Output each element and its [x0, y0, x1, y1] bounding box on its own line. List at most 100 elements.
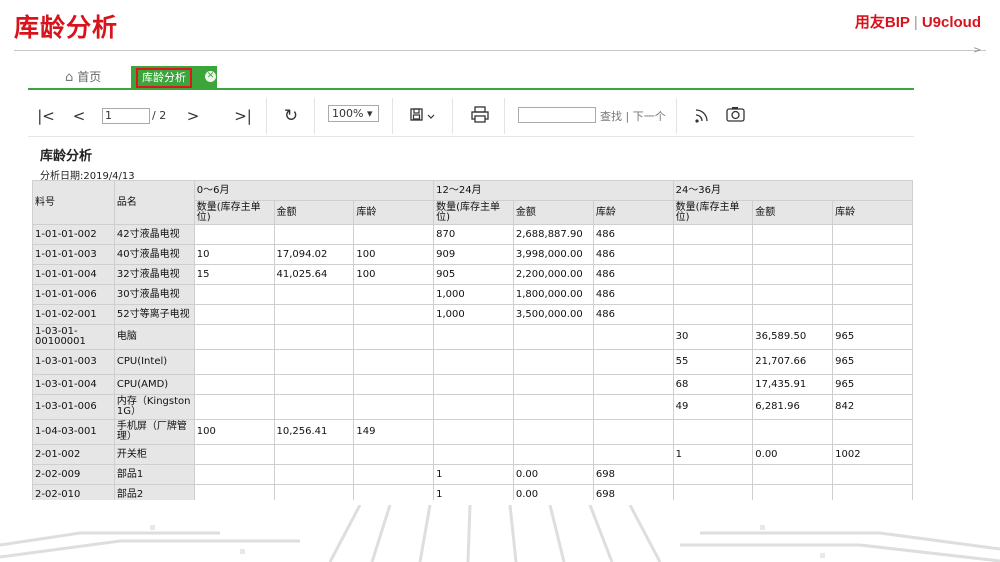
table-cell: 100: [193, 419, 275, 445]
table-cell: 486: [592, 264, 674, 285]
table-cell: [193, 349, 275, 375]
item-name-cell: 部品2: [113, 484, 195, 500]
table-cell: 3,998,000.00: [512, 244, 594, 265]
table-cell: 21,707.66: [752, 349, 834, 375]
table-cell: [512, 324, 594, 350]
table-cell: [353, 349, 435, 375]
table-cell: 1002: [832, 444, 913, 465]
table-cell: [512, 419, 594, 445]
prev-page-icon[interactable]: <: [70, 96, 88, 136]
table-cell: 1,800,000.00: [512, 284, 594, 305]
table-cell: [193, 464, 275, 485]
table-cell: [353, 484, 435, 500]
item-code-cell: 1-03-01-006: [32, 394, 115, 420]
table-cell: [273, 304, 355, 325]
toolbar-separator: [266, 98, 267, 134]
find-controls: 查找 | 下一个: [600, 110, 666, 123]
item-name-cell: 42寸液晶电视: [113, 224, 195, 245]
find-button[interactable]: 查找: [600, 110, 622, 123]
table-cell: 149: [353, 419, 435, 445]
col-header-age: 库龄: [353, 200, 435, 225]
table-cell: 905: [433, 264, 514, 285]
table-cell: 698: [592, 484, 674, 500]
table-row: 1-03-01-004 CPU(AMD) 68 17,435.91 965: [32, 374, 913, 395]
zoom-select[interactable]: 100% ▾: [328, 105, 379, 122]
table-cell: 2,688,887.90: [512, 224, 594, 245]
table-row: 1-01-01-006 30寸液晶电视 1,000 1,800,000.00 486: [32, 284, 913, 305]
toolbar-separator: [314, 98, 315, 134]
table-cell: 17,094.02: [273, 244, 355, 265]
table-row: 1-01-01-004 32寸液晶电视 15 41,025.64 100 905 2,200…: [32, 264, 913, 285]
group-header: 12～24月: [433, 180, 674, 201]
table-cell: 1: [433, 464, 514, 485]
table-cell: [752, 224, 834, 245]
item-name-cell: 部品1: [113, 464, 195, 485]
table-cell: [193, 224, 275, 245]
col-header-amount: 金额: [752, 200, 834, 225]
item-code-cell: 1-01-02-001: [32, 304, 115, 325]
col-header-name: 品名: [113, 180, 195, 225]
next-page-icon[interactable]: >: [184, 96, 202, 136]
table-cell: 1: [672, 444, 754, 465]
save-icon[interactable]: [406, 96, 440, 136]
item-name-cell: 40寸液晶电视: [113, 244, 195, 265]
table-cell: [832, 484, 913, 500]
table-cell: [512, 394, 594, 420]
table-cell: [592, 394, 674, 420]
toolbar-separator: [452, 98, 453, 134]
table-cell: [273, 484, 355, 500]
item-name-cell: CPU(Intel): [113, 349, 195, 375]
col-header-amount: 金额: [512, 200, 594, 225]
col-header-amount: 金额: [273, 200, 355, 225]
print-icon[interactable]: [468, 96, 492, 136]
rss-icon[interactable]: [690, 96, 714, 136]
table-cell: [672, 284, 754, 305]
table-cell: 100: [353, 244, 435, 265]
table-cell: 0.00: [752, 444, 834, 465]
table-cell: [193, 394, 275, 420]
first-page-icon[interactable]: |<: [36, 96, 56, 136]
table-cell: [592, 349, 674, 375]
col-header-qty: 数量(库存主单位): [193, 200, 275, 225]
table-row: 1-01-01-003 40寸液晶电视 10 17,094.02 100 909 3,998…: [32, 244, 913, 265]
table-row: 1-01-01-002 42寸液晶电视 870 2,688,887.90 486: [32, 224, 913, 245]
tab-bar: ⌂ 首页 库龄分析 ✕: [28, 66, 914, 90]
table-cell: [273, 394, 355, 420]
table-cell: [512, 444, 594, 465]
table-cell: [592, 374, 674, 395]
col-header-age: 库龄: [832, 200, 913, 225]
table-cell: [672, 419, 754, 445]
find-next-button[interactable]: 下一个: [633, 110, 666, 123]
find-input[interactable]: [518, 107, 596, 123]
table-cell: [832, 464, 913, 485]
table-cell: [273, 324, 355, 350]
table-cell: [353, 374, 435, 395]
last-page-icon[interactable]: >|: [232, 96, 254, 136]
table-cell: [672, 304, 754, 325]
table-cell: 1: [433, 484, 514, 500]
tab-home[interactable]: ⌂ 首页: [65, 68, 101, 85]
table-cell: 10,256.41: [273, 419, 355, 445]
camera-icon[interactable]: [724, 96, 748, 136]
item-code-cell: 1-03-01-003: [32, 349, 115, 375]
table-cell: 0.00: [512, 484, 594, 500]
table-cell: [512, 349, 594, 375]
item-name-cell: 开关柜: [113, 444, 195, 465]
refresh-icon[interactable]: ↻: [280, 96, 302, 136]
table-cell: 3,500,000.00: [512, 304, 594, 325]
tab-inventory-aging[interactable]: 库龄分析 ✕: [131, 66, 217, 88]
divider-arrow-icon: >: [973, 45, 982, 56]
table-cell: [672, 264, 754, 285]
table-row: 2-02-010 部品2 1 0.00 698: [32, 484, 913, 500]
table-cell: 6,281.96: [752, 394, 834, 420]
col-header-qty: 数量(库存主单位): [433, 200, 514, 225]
item-name-cell: 电脑: [113, 324, 195, 350]
close-tab-icon[interactable]: ✕: [205, 71, 216, 82]
group-header: 0～6月: [193, 180, 435, 201]
table-cell: 1,000: [433, 284, 514, 305]
table-cell: 30: [672, 324, 754, 350]
slide-title: 库龄分析: [14, 13, 119, 42]
item-code-cell: 1-01-01-006: [32, 284, 115, 305]
page-number-input[interactable]: 1: [102, 108, 150, 124]
table-cell: 68: [672, 374, 754, 395]
